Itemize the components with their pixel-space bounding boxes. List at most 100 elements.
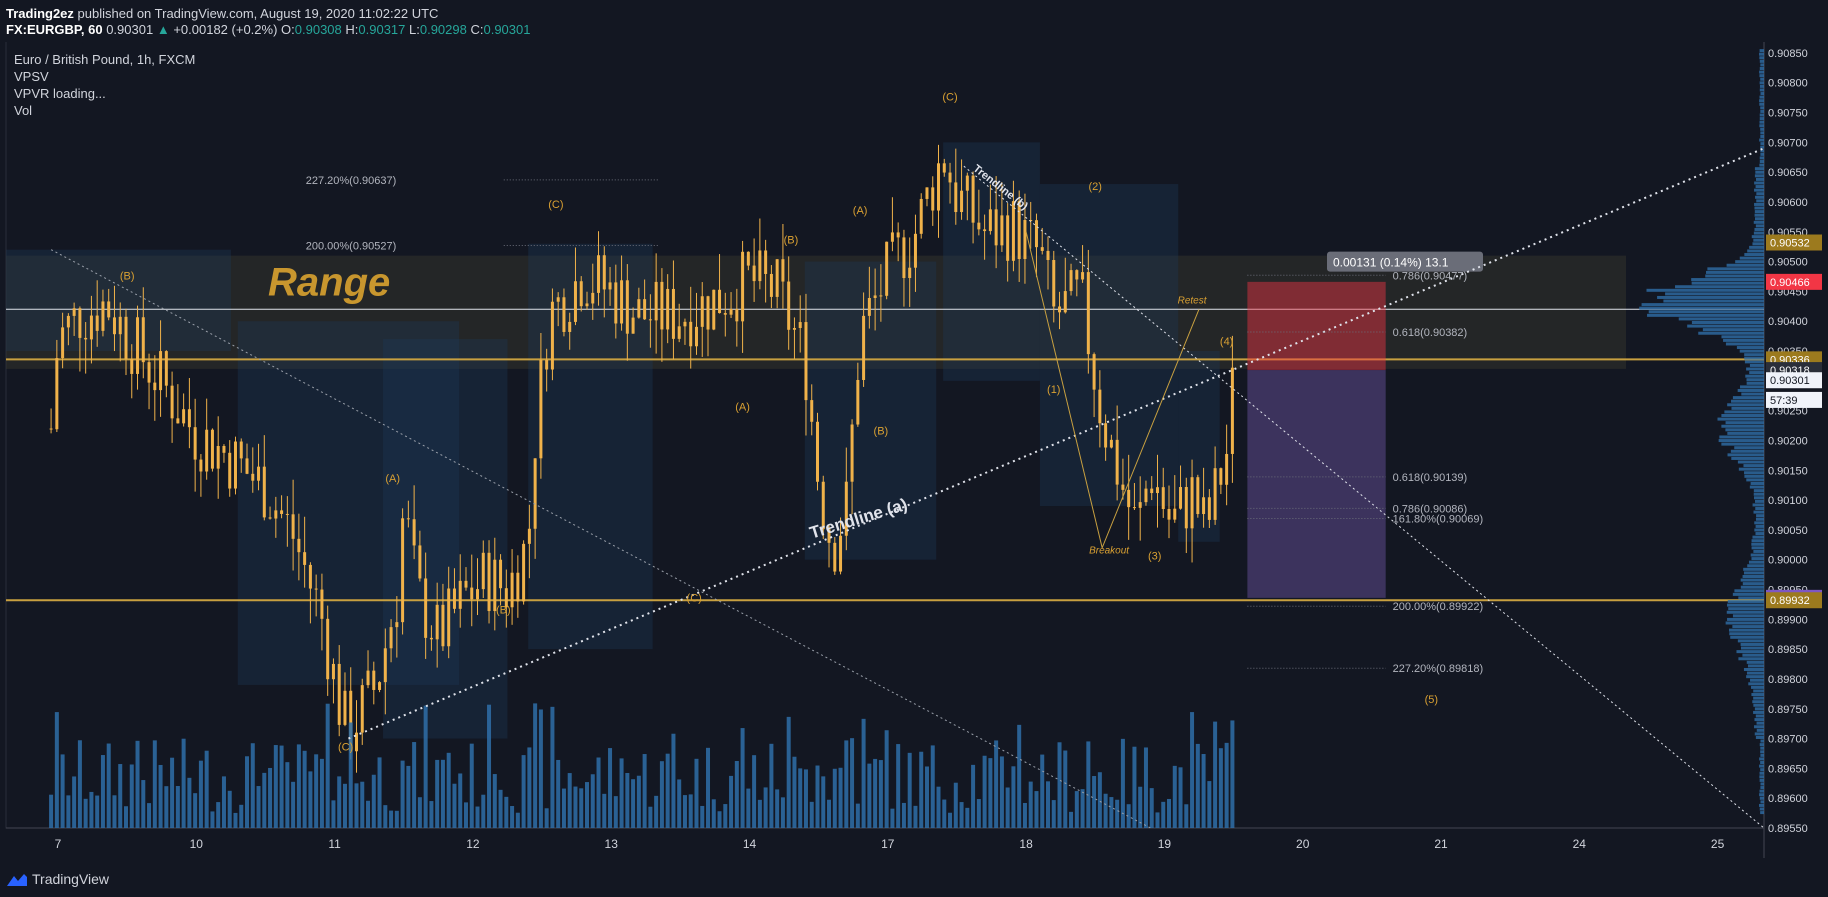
- volume-bar: [631, 779, 636, 828]
- volume-bar: [1040, 754, 1045, 828]
- candle-body: [285, 513, 289, 515]
- vpvr-bar: [1746, 478, 1764, 482]
- low-label: L:: [409, 22, 420, 37]
- volume-bar: [700, 805, 705, 828]
- volume-bar: [54, 712, 59, 828]
- vpvr-bar: [1678, 317, 1764, 321]
- vpvr-bar: [1746, 367, 1764, 371]
- vpvr-bar: [1752, 242, 1764, 246]
- volume-bar: [642, 754, 647, 828]
- vpvr-bar: [1730, 449, 1764, 453]
- legend-vol[interactable]: Vol: [14, 103, 32, 118]
- vpvr-bar: [1675, 285, 1764, 289]
- x-tick-label: 14: [743, 837, 757, 851]
- vpvr-bar: [1731, 406, 1764, 410]
- volume-bar: [827, 799, 832, 828]
- volume-bar: [942, 799, 947, 828]
- y-tick-label: 0.89650: [1768, 763, 1808, 775]
- candle-body: [383, 648, 387, 683]
- candle-body: [101, 301, 105, 331]
- candle-body: [1196, 477, 1200, 515]
- vpvr-bar: [1753, 231, 1764, 235]
- vpvr-bar: [1745, 374, 1764, 378]
- vpvr-bar: [1752, 503, 1764, 507]
- volume-bar: [1086, 741, 1091, 828]
- candle-body: [839, 535, 843, 572]
- legend-vpsv[interactable]: VPSV: [14, 69, 49, 84]
- vpvr-bar: [1759, 796, 1764, 800]
- open-label: O:: [281, 22, 295, 37]
- vpvr-bar: [1721, 414, 1764, 418]
- vpvr-bar: [1760, 109, 1764, 113]
- volume-bar: [331, 800, 336, 828]
- candle-body: [274, 510, 278, 519]
- wave-label: (B): [496, 604, 511, 616]
- vpvr-bar: [1755, 224, 1764, 228]
- candle-body: [1144, 488, 1148, 503]
- volume-bar: [463, 802, 468, 828]
- volume-bar: [440, 759, 445, 828]
- vpvr-bar: [1760, 739, 1764, 743]
- volume-bar: [561, 788, 566, 828]
- volume-bar: [412, 742, 417, 828]
- volume-bar: [671, 733, 676, 828]
- volume-bar: [873, 758, 878, 828]
- vpvr-bar: [1748, 560, 1764, 564]
- vpvr-bar: [1648, 310, 1764, 314]
- candle-body: [637, 299, 641, 318]
- vpvr-bar: [1729, 632, 1764, 636]
- session-volume-box: [6, 249, 231, 352]
- volume-bar: [481, 794, 486, 828]
- vpvr-bar: [1752, 700, 1764, 704]
- vpvr-bar: [1754, 227, 1764, 231]
- vpvr-bar: [1687, 324, 1764, 328]
- volume-bar: [763, 787, 768, 828]
- wave-label: (C): [548, 199, 563, 211]
- candle-body: [378, 682, 382, 690]
- candle-body: [798, 322, 802, 328]
- tradingview-brand[interactable]: TradingView: [32, 871, 109, 887]
- candle-body: [573, 281, 577, 322]
- y-tick-label: 0.90050: [1768, 525, 1808, 537]
- vpvr-bar: [1755, 507, 1764, 511]
- fib-level-label: 0.618(0.90139): [1393, 472, 1468, 484]
- volume-bar: [1207, 781, 1212, 828]
- candle-body: [118, 316, 122, 335]
- candle-body: [931, 187, 935, 211]
- volume-bar: [250, 743, 255, 828]
- vpvr-bar: [1742, 653, 1764, 657]
- volume-bar: [878, 760, 883, 828]
- volume-bar: [498, 789, 503, 828]
- candle-body: [1207, 497, 1211, 520]
- vpvr-bar: [1759, 764, 1764, 768]
- volume-bar: [1143, 747, 1148, 828]
- volume-bar: [1120, 738, 1125, 828]
- candle-body: [372, 670, 376, 690]
- volume-bar: [740, 728, 745, 828]
- publisher-name[interactable]: Trading2ez: [6, 6, 74, 21]
- candle-body: [516, 572, 520, 602]
- price-chart[interactable]: Range 0.00131 (0.14%) 13.1 227.20%(0.90637…: [0, 42, 1828, 862]
- vpvr-bar: [1641, 303, 1764, 307]
- volume-bar: [72, 776, 77, 828]
- vpvr-bar: [1759, 102, 1764, 106]
- symbol-label: FX:EURGBP, 60: [6, 22, 103, 37]
- chart-title[interactable]: Euro / British Pound, 1h, FXCM: [14, 52, 195, 67]
- candle-body: [677, 326, 681, 339]
- volume-bar: [654, 795, 659, 828]
- wave-label: (2): [1089, 181, 1102, 193]
- vpvr-bar: [1749, 371, 1764, 375]
- legend-vpvr[interactable]: VPVR loading...: [14, 86, 106, 101]
- candle-body: [867, 298, 871, 316]
- wave-label: (1): [1047, 384, 1060, 396]
- candle-body: [153, 382, 157, 391]
- candle-body: [919, 198, 923, 234]
- volume-bar: [1017, 724, 1022, 828]
- vpvr-bar: [1755, 195, 1764, 199]
- vpvr-bar: [1760, 131, 1764, 135]
- volume-bar: [757, 799, 762, 828]
- vpvr-bar: [1751, 557, 1764, 561]
- volume-bar: [1080, 789, 1085, 828]
- vpvr-bar: [1747, 564, 1764, 568]
- vpvr-bar: [1759, 124, 1764, 128]
